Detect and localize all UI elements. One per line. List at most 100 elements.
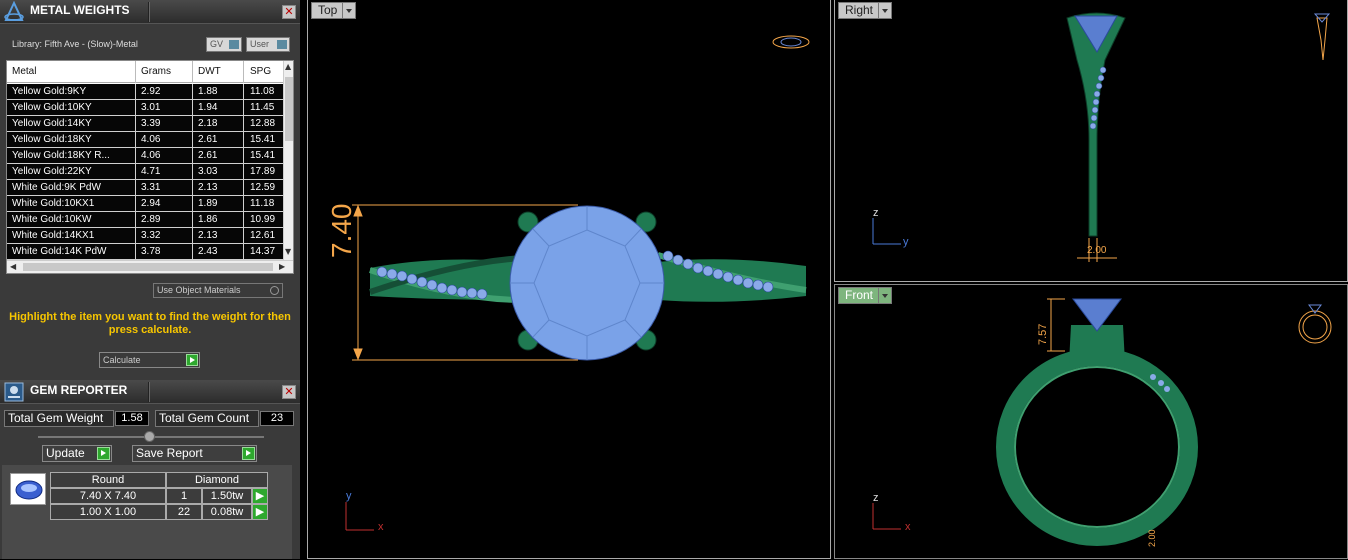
- close-metal-panel-button[interactable]: ✕: [282, 5, 296, 19]
- gem-row-go-button[interactable]: ▶: [252, 488, 268, 504]
- metal-spg: 14.37: [250, 246, 276, 257]
- close-gem-panel-button[interactable]: ✕: [282, 385, 296, 399]
- metal-row[interactable]: White Gold:10KX1 2.94 1.89 11.18: [7, 196, 285, 212]
- library-label: Library: Fifth Ave - (Slow)-Metal: [12, 39, 138, 49]
- metal-dwt: 2.43: [198, 246, 218, 257]
- user-toggle[interactable]: User: [246, 37, 290, 52]
- slider-handle[interactable]: [144, 431, 155, 442]
- metal-row[interactable]: Yellow Gold:10KY 3.01 1.94 11.45: [7, 100, 285, 116]
- gem-slider[interactable]: [38, 431, 264, 442]
- metal-weights-titlebar: METAL WEIGHTS ✕: [0, 0, 300, 24]
- gem-row-go-button[interactable]: ▶: [252, 504, 268, 520]
- viewport-front[interactable]: Front 7.57 2.00 z x: [834, 284, 1348, 559]
- metal-row[interactable]: Yellow Gold:9KY 2.92 1.88 11.08: [7, 84, 285, 100]
- chevron-down-icon[interactable]: [878, 3, 891, 18]
- calculate-button[interactable]: Calculate: [99, 352, 200, 368]
- metal-dwt: 1.86: [198, 214, 218, 225]
- metal-weights-title: METAL WEIGHTS: [30, 3, 130, 17]
- metal-dwt: 2.13: [198, 230, 218, 241]
- metal-spg: 11.18: [250, 198, 275, 209]
- metal-grams: 3.32: [141, 230, 161, 241]
- metal-row[interactable]: White Gold:14KX1 3.32 2.13 12.61: [7, 228, 285, 244]
- app-logo-icon: [3, 1, 25, 23]
- gem-material-header: Diamond: [166, 472, 268, 488]
- metal-name: White Gold:14K PdW: [12, 246, 107, 257]
- gem-count: 1: [166, 488, 202, 504]
- gem-reporter-titlebar: GEM REPORTER ✕: [0, 380, 300, 404]
- gem-shape-header: Round: [50, 472, 166, 488]
- metal-row[interactable]: White Gold:14K PdW 3.78 2.43 14.37: [7, 244, 285, 260]
- metal-row[interactable]: White Gold:10KW 2.89 1.86 10.99: [7, 212, 285, 228]
- metal-name: White Gold:14KX1: [12, 230, 95, 241]
- metal-spg: 11.45: [250, 102, 275, 113]
- metal-grams: 3.01: [141, 102, 161, 113]
- metal-rows: Yellow Gold:9KY 2.92 1.88 11.08 Yellow Gold:…: [7, 84, 285, 260]
- scroll-left-icon[interactable]: ◀: [10, 262, 16, 271]
- front-view-ring: [872, 298, 1332, 546]
- metal-name: White Gold:9K PdW: [12, 182, 101, 193]
- metal-name: Yellow Gold:18KY R...: [12, 150, 110, 161]
- gem-weight: 1.50tw: [202, 488, 252, 504]
- metal-spg: 15.41: [250, 134, 276, 145]
- chevron-down-icon[interactable]: [342, 3, 355, 18]
- gem-size: 1.00 X 1.00: [50, 504, 166, 520]
- metal-name: Yellow Gold:9KY: [12, 86, 87, 97]
- metal-table-vscroll[interactable]: ▲ ▼: [283, 61, 293, 261]
- col-grams[interactable]: Grams: [141, 66, 171, 77]
- scroll-up-icon[interactable]: ▲: [285, 62, 291, 71]
- metal-dwt: 2.61: [198, 150, 218, 161]
- metal-name: Yellow Gold:18KY: [12, 134, 92, 145]
- metal-grams: 4.06: [141, 150, 161, 161]
- axis-x-label: x: [378, 521, 384, 533]
- axis-z-label: z: [873, 207, 879, 219]
- col-dwt[interactable]: DWT: [198, 66, 221, 77]
- tab-right-view[interactable]: Right: [838, 2, 893, 19]
- axis-z-label: z: [873, 492, 879, 504]
- left-panel: METAL WEIGHTS ✕ Library: Fifth Ave - (Sl…: [0, 0, 300, 559]
- metal-dwt: 1.88: [198, 86, 218, 97]
- metal-spg: 12.88: [250, 118, 276, 129]
- metal-spg: 12.59: [250, 182, 276, 193]
- tab-front-view[interactable]: Front: [838, 287, 893, 304]
- update-button[interactable]: Update: [42, 445, 112, 462]
- total-gem-weight-label: Total Gem Weight: [4, 410, 114, 427]
- metal-spg: 10.99: [250, 214, 276, 225]
- metal-dwt: 2.18: [198, 118, 218, 129]
- play-icon: [186, 354, 198, 366]
- viewport-top[interactable]: Top 7.40 y x: [307, 0, 831, 559]
- metal-row[interactable]: Yellow Gold:18KY 4.06 2.61 15.41: [7, 132, 285, 148]
- metal-dwt: 2.61: [198, 134, 218, 145]
- metal-name: Yellow Gold:22KY: [12, 166, 92, 177]
- metal-grams: 3.78: [141, 246, 161, 257]
- right-view-ring: [872, 12, 1331, 262]
- metal-row[interactable]: White Gold:9K PdW 3.31 2.13 12.59: [7, 180, 285, 196]
- metal-spg: 11.08: [250, 86, 275, 97]
- right-view-dimension: 2.00: [1087, 245, 1107, 256]
- gv-toggle[interactable]: GV: [206, 37, 242, 52]
- col-spg[interactable]: SPG: [250, 66, 271, 77]
- col-metal[interactable]: Metal: [12, 66, 36, 77]
- metal-name: Yellow Gold:10KY: [12, 102, 92, 113]
- tab-top-view[interactable]: Top: [311, 2, 357, 19]
- total-gem-weight-value: 1.58: [115, 411, 149, 426]
- use-object-materials-checkbox[interactable]: Use Object Materials: [153, 283, 283, 298]
- metal-grams: 4.06: [141, 134, 161, 145]
- scroll-right-icon[interactable]: ▶: [279, 262, 285, 271]
- metal-dwt: 1.94: [198, 102, 218, 113]
- metal-dwt: 3.03: [198, 166, 218, 177]
- chevron-down-icon[interactable]: [878, 288, 891, 303]
- metal-row[interactable]: Yellow Gold:18KY R... 4.06 2.61 15.41: [7, 148, 285, 164]
- total-gem-count-label: Total Gem Count: [155, 410, 259, 427]
- save-report-button[interactable]: Save Report: [132, 445, 257, 462]
- metal-grams: 2.92: [141, 86, 161, 97]
- play-icon: [97, 447, 110, 460]
- metal-spg: 12.61: [250, 230, 276, 241]
- gem-count: 22: [166, 504, 202, 520]
- metal-row[interactable]: Yellow Gold:22KY 4.71 3.03 17.89: [7, 164, 285, 180]
- metal-row[interactable]: Yellow Gold:14KY 3.39 2.18 12.88: [7, 116, 285, 132]
- metal-table-hscroll[interactable]: ◀ ▶: [7, 260, 293, 273]
- scroll-down-icon[interactable]: ▼: [285, 247, 291, 256]
- viewport-right[interactable]: Right 2.00 z y: [834, 0, 1348, 282]
- front-view-dimension-bottom: 2.00: [1147, 529, 1157, 547]
- axis-x-label: x: [905, 521, 911, 533]
